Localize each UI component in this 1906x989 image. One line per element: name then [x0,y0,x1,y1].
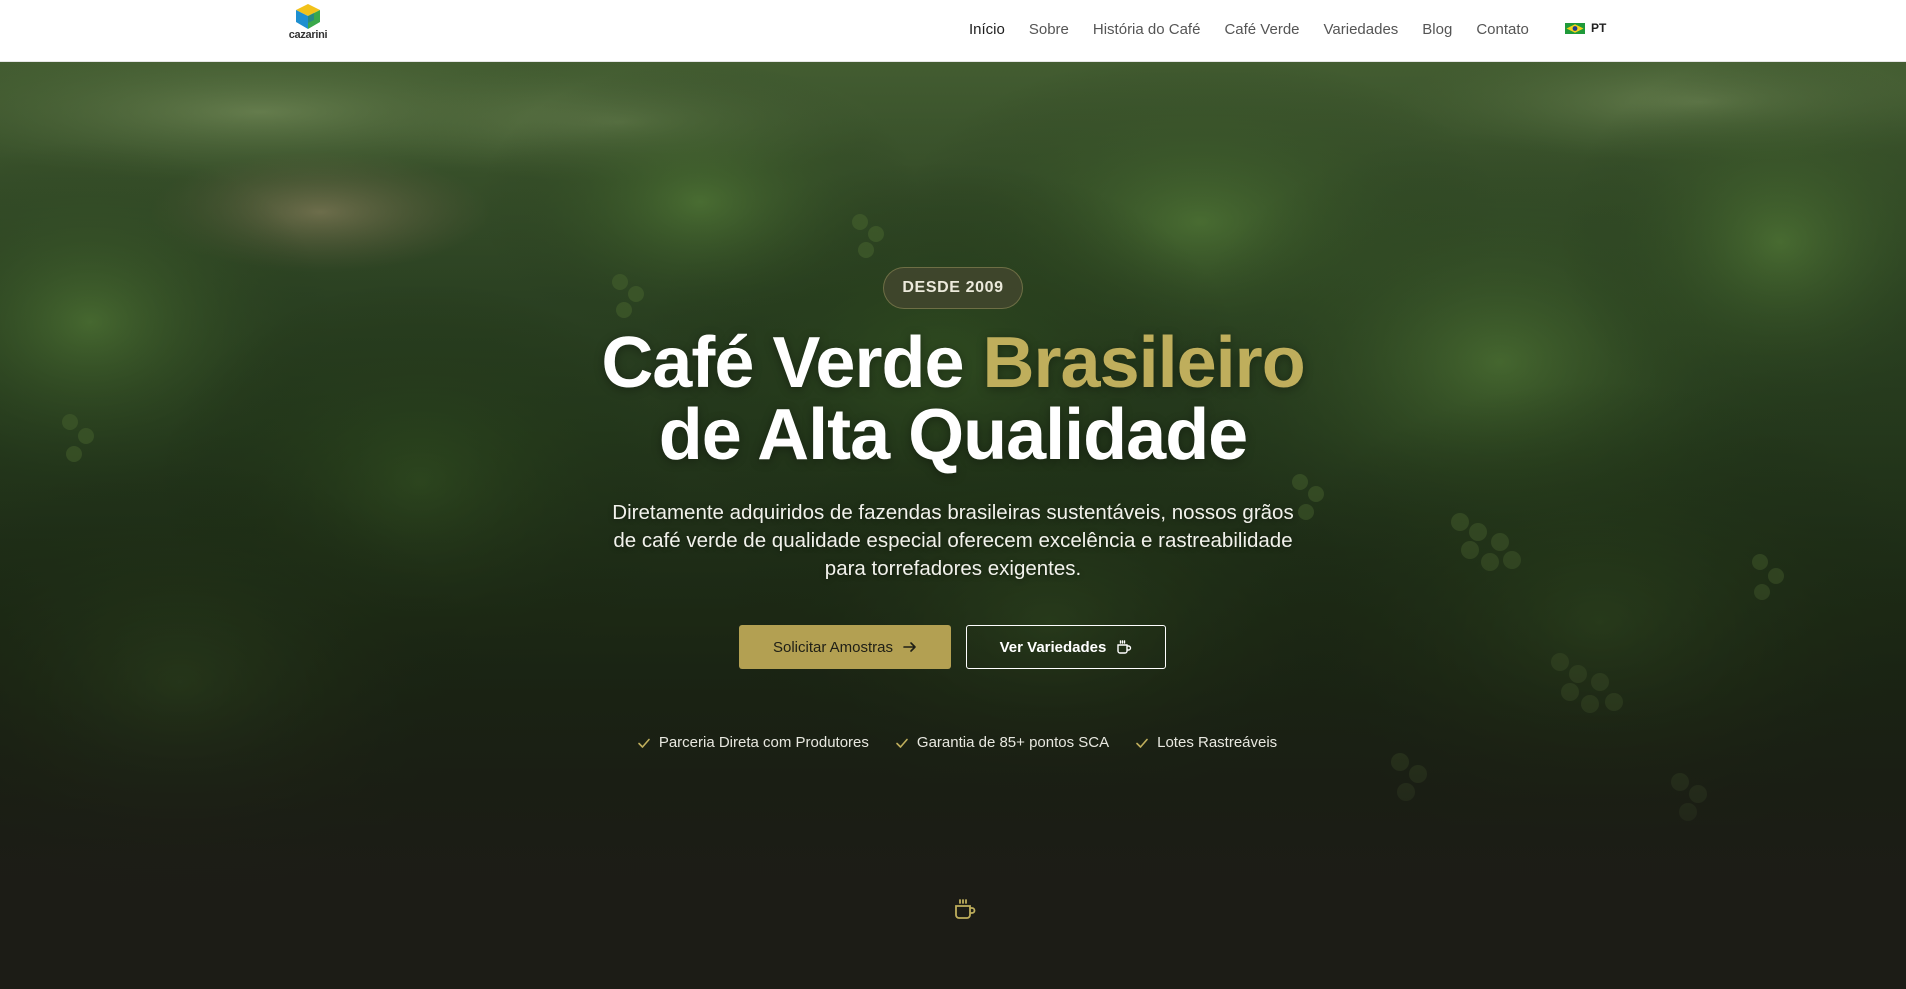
nav-item-cafe-verde[interactable]: Café Verde [1224,21,1299,38]
coffee-cup-icon [1117,640,1132,654]
navbar: cazarini Início Sobre História do Café C… [0,0,1906,62]
request-samples-button[interactable]: Solicitar Amostras [739,625,951,669]
feature-list: Parceria Direta com Produtores Garantia … [0,734,1906,751]
hero-subtitle: Diretamente adquiridos de fazendas brasi… [612,501,1294,580]
nav-item-sobre[interactable]: Sobre [1029,21,1069,38]
brand-name: cazarini [288,29,328,41]
language-selector[interactable]: PT [1565,21,1606,35]
nav-item-variedades[interactable]: Variedades [1324,21,1399,38]
cube-logo-icon [296,4,320,29]
feature-label: Garantia de 85+ pontos SCA [916,734,1110,751]
headline-line2: de Alta Qualidade [658,395,1248,475]
main-nav: Início Sobre História do Café Café Verde… [969,0,1553,58]
check-icon [896,738,908,748]
headline-accent: Brasileiro [982,323,1306,403]
feature-item: Parceria Direta com Produtores [637,734,869,751]
arrow-right-icon [903,642,916,652]
headline-part1: Café Verde [601,323,983,403]
hero-headline: Café Verde Brasileiro de Alta Qualidade [0,327,1906,471]
view-varieties-button[interactable]: Ver Variedades [966,625,1166,669]
brand-logo[interactable]: cazarini [284,2,332,42]
since-badge: DESDE 2009 [883,267,1023,309]
feature-label: Lotes Rastreáveis [1157,734,1278,751]
check-icon [638,738,650,748]
coffee-cup-icon [955,899,976,919]
brazil-flag-icon [1565,22,1585,34]
nav-item-historia[interactable]: História do Café [1093,21,1201,38]
request-samples-label: Solicitar Amostras [772,638,894,656]
view-varieties-label: Ver Variedades [999,638,1107,656]
feature-label: Parceria Direta com Produtores [658,734,869,751]
nav-item-contato[interactable]: Contato [1476,21,1529,38]
language-label: PT [1591,21,1607,35]
nav-item-inicio[interactable]: Início [969,21,1005,38]
scroll-down-coffee-icon[interactable] [953,897,977,921]
feature-item: Garantia de 85+ pontos SCA [895,734,1109,751]
hero-section: DESDE 2009 Café Verde Brasileiro de Alta… [0,62,1906,989]
nav-item-blog[interactable]: Blog [1422,21,1452,38]
check-icon [1136,738,1148,748]
feature-item: Lotes Rastreáveis [1135,734,1277,751]
